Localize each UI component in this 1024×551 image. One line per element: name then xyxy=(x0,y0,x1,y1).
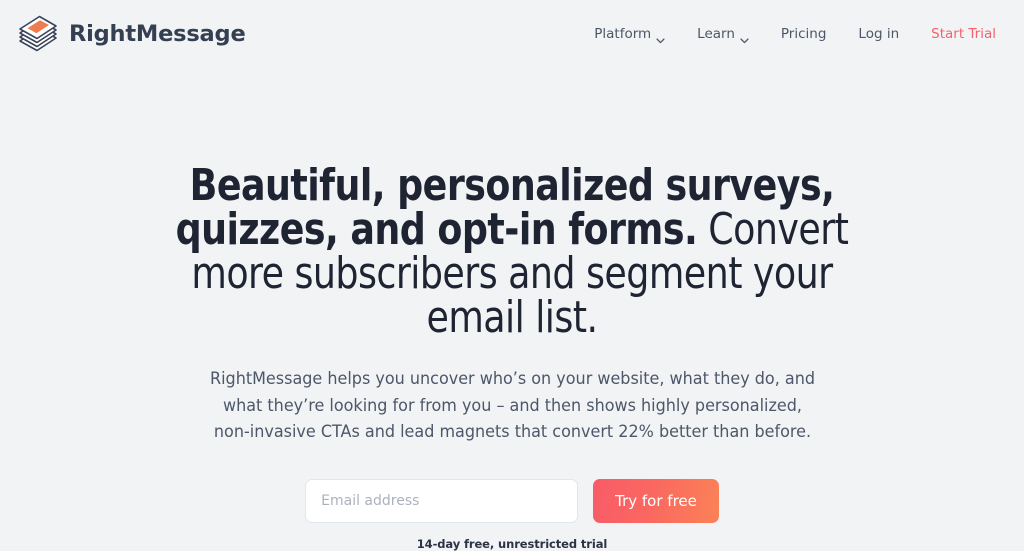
site-header: RightMessage Platform Learn Pricing Log … xyxy=(0,0,1024,68)
nav-item-label: Learn xyxy=(697,26,735,42)
brand-name: RightMessage xyxy=(69,21,246,47)
chevron-down-icon xyxy=(656,32,665,43)
chevron-down-icon xyxy=(740,32,749,43)
email-field[interactable] xyxy=(305,479,579,524)
nav-item-learn[interactable]: Learn xyxy=(681,20,765,48)
brand-logo-link[interactable]: RightMessage xyxy=(16,13,246,55)
nav-item-log-in[interactable]: Log in xyxy=(842,20,915,48)
try-for-free-button[interactable]: Try for free xyxy=(593,479,719,524)
nav-item-start-trial[interactable]: Start Trial xyxy=(915,20,996,48)
nav-item-pricing[interactable]: Pricing xyxy=(765,20,843,48)
page-title: Beautiful, personalized surveys, quizzes… xyxy=(144,164,880,340)
trial-note: 14-day free, unrestricted trial xyxy=(416,537,608,551)
layered-cards-icon xyxy=(16,13,60,55)
nav-item-label: Platform xyxy=(594,26,652,42)
main-nav: Platform Learn Pricing Log in Start Tria… xyxy=(578,20,996,48)
nav-item-label: Log in xyxy=(858,26,900,42)
hero-section: Beautiful, personalized surveys, quizzes… xyxy=(0,68,1024,551)
nav-item-platform[interactable]: Platform xyxy=(578,20,681,48)
nav-item-label: Pricing xyxy=(780,26,827,42)
hero-subtitle: RightMessage helps you uncover who’s on … xyxy=(209,369,815,442)
signup-form: Try for free xyxy=(0,479,1024,524)
nav-item-label: Start Trial xyxy=(931,26,996,42)
